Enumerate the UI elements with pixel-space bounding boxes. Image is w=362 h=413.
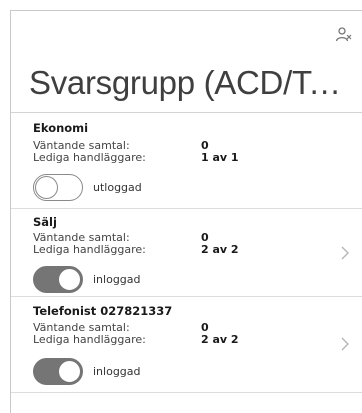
toggle-knob xyxy=(58,268,81,291)
toggle-knob xyxy=(58,360,81,383)
group-telefonist[interactable]: Telefonist 027821337 Väntande samtal: 0 … xyxy=(11,297,362,393)
free-agents-value: 2 av 2 xyxy=(201,333,239,346)
status-label: utloggad xyxy=(93,181,142,194)
agents-icon xyxy=(335,27,352,42)
chevron-right-icon[interactable] xyxy=(340,337,350,351)
group-salj[interactable]: Sälj Väntande samtal: 0 Lediga handlägga… xyxy=(11,209,362,297)
free-agents-label: Lediga handläggare: xyxy=(33,333,146,346)
login-toggle[interactable] xyxy=(33,358,83,385)
group-name: Telefonist 027821337 xyxy=(33,304,173,318)
agents-button[interactable] xyxy=(334,25,354,45)
free-agents-value: 2 av 2 xyxy=(201,243,239,256)
login-toggle[interactable] xyxy=(33,266,83,293)
group-ekonomi: Ekonomi Väntande samtal: 0 Lediga handlä… xyxy=(11,113,362,209)
group-name: Sälj xyxy=(33,215,57,229)
free-agents-label: Lediga handläggare: xyxy=(33,243,146,256)
chevron-right-icon[interactable] xyxy=(340,246,350,260)
status-label: inloggad xyxy=(93,273,141,286)
free-agents-value: 1 av 1 xyxy=(201,151,239,164)
status-label: inloggad xyxy=(93,365,141,378)
page-title: Svarsgrupp (ACD/Telefonist) xyxy=(29,64,359,101)
login-toggle[interactable] xyxy=(33,174,83,201)
group-name: Ekonomi xyxy=(33,121,89,135)
toggle-knob xyxy=(35,176,58,199)
free-agents-label: Lediga handläggare: xyxy=(33,151,146,164)
acd-panel: Svarsgrupp (ACD/Telefonist) Ekonomi Vänt… xyxy=(10,10,362,413)
